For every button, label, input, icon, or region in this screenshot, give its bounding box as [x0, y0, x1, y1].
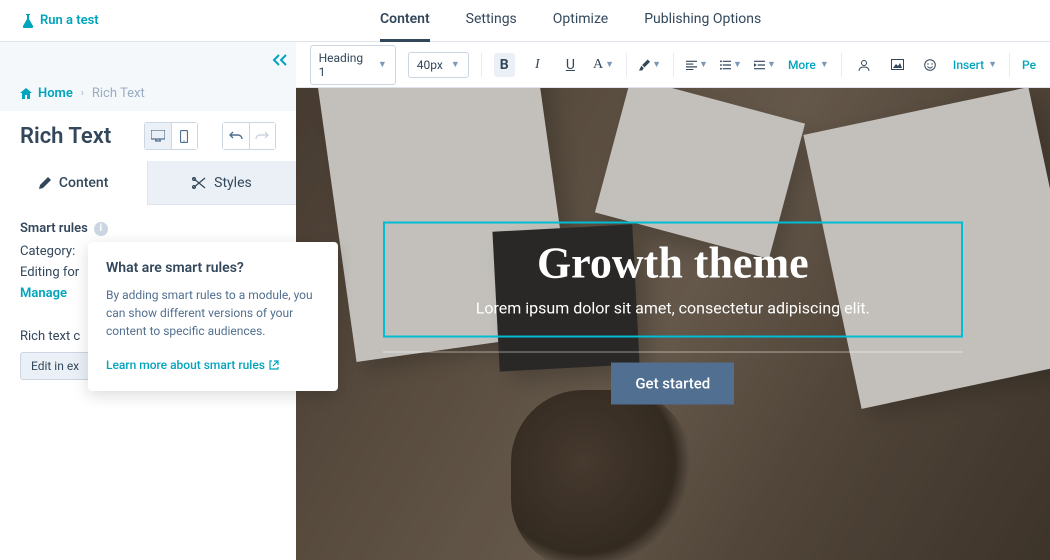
chevron-down-icon: ▼ — [733, 59, 742, 70]
separator — [1009, 53, 1010, 77]
list-button[interactable]: ▼ — [720, 53, 742, 77]
chevron-right-icon: › — [81, 88, 84, 99]
breadcrumb: Home › Rich Text — [0, 42, 296, 111]
indent-button[interactable]: ▼ — [754, 53, 776, 77]
redo-button[interactable] — [249, 123, 275, 149]
main-tabs: Content Settings Optimize Publishing Opt… — [380, 0, 761, 42]
font-size-select[interactable]: 40px▼ — [408, 52, 469, 78]
sidebar-tab-styles-label: Styles — [214, 175, 252, 191]
bold-button[interactable]: B — [494, 53, 515, 77]
scissors-icon — [192, 177, 206, 189]
popover-title: What are smart rules? — [106, 260, 320, 276]
clear-format-button[interactable]: ▼ — [639, 53, 661, 77]
desktop-icon — [151, 130, 165, 142]
run-test-label: Run a test — [40, 13, 99, 28]
editor-area: Heading 1▼ 40px▼ B I U A▼ ▼ ▼ ▼ — [296, 42, 1050, 560]
tab-settings[interactable]: Settings — [466, 0, 517, 42]
image-icon — [891, 59, 904, 70]
smart-rules-popover: What are smart rules? By adding smart ru… — [88, 242, 338, 391]
text-color-button[interactable]: A▼ — [593, 53, 614, 77]
more-menu[interactable]: More▼ — [788, 58, 829, 72]
sidebar-tab-content-label: Content — [59, 175, 109, 191]
device-toggle — [144, 122, 198, 150]
separator — [673, 53, 674, 77]
underline-button[interactable]: U — [560, 53, 581, 77]
chevron-down-icon: ▼ — [451, 59, 460, 70]
chevron-down-icon: ▼ — [652, 59, 661, 70]
chevron-down-icon: ▼ — [378, 59, 387, 70]
tab-optimize[interactable]: Optimize — [553, 0, 608, 42]
popover-learn-more-link[interactable]: Learn more about smart rules — [106, 358, 279, 372]
panel-header: Rich Text — [0, 111, 296, 161]
personalize-button[interactable] — [854, 53, 875, 77]
image-button[interactable] — [887, 53, 908, 77]
selected-module-outline[interactable]: Growth theme Lorem ipsum dolor sit amet,… — [383, 222, 963, 338]
history-controls — [222, 122, 276, 150]
italic-button[interactable]: I — [527, 53, 548, 77]
cta-button[interactable]: Get started — [611, 363, 734, 405]
hero-title: Growth theme — [395, 238, 951, 289]
person-icon — [858, 59, 870, 71]
flask-icon — [22, 14, 34, 28]
breadcrumb-current: Rich Text — [92, 86, 145, 101]
emoji-button[interactable] — [920, 53, 941, 77]
edit-in-expanded-button[interactable]: Edit in ex — [20, 352, 90, 380]
undo-icon — [229, 131, 243, 141]
sidebar-tab-content[interactable]: Content — [0, 161, 147, 205]
run-test-link[interactable]: Run a test — [0, 13, 380, 28]
info-icon[interactable]: i — [94, 222, 108, 236]
smart-rules-label: Smart rules i — [20, 221, 276, 236]
collapse-icon — [272, 54, 288, 66]
undo-button[interactable] — [223, 123, 249, 149]
home-icon — [20, 88, 32, 99]
external-link-icon — [269, 360, 279, 370]
indent-icon — [754, 60, 765, 70]
chevron-down-icon: ▼ — [767, 59, 776, 70]
paragraph-style-select[interactable]: Heading 1▼ — [310, 45, 396, 85]
sidebar-tabs: Content Styles — [0, 161, 296, 205]
breadcrumb-home-label: Home — [38, 86, 73, 101]
tab-content[interactable]: Content — [380, 0, 430, 42]
sidebar-tab-styles[interactable]: Styles — [147, 161, 295, 205]
hero-content: Growth theme Lorem ipsum dolor sit amet,… — [383, 222, 963, 405]
emoji-icon — [924, 59, 936, 71]
redo-icon — [255, 131, 269, 141]
personalization-cut[interactable]: Pe — [1022, 58, 1036, 72]
hero-subtitle: Lorem ipsum dolor sit amet, consectetur … — [395, 299, 951, 318]
chevron-down-icon: ▼ — [699, 59, 708, 70]
separator — [841, 53, 842, 77]
chevron-down-icon: ▼ — [988, 59, 997, 70]
separator — [626, 53, 627, 77]
mobile-view-button[interactable] — [171, 123, 197, 149]
divider — [383, 352, 963, 353]
chevron-down-icon: ▼ — [820, 59, 829, 70]
canvas-preview[interactable]: Growth theme Lorem ipsum dolor sit amet,… — [296, 88, 1050, 560]
chevron-down-icon: ▼ — [605, 59, 614, 70]
tab-publishing[interactable]: Publishing Options — [644, 0, 761, 42]
collapse-sidebar-button[interactable] — [272, 50, 288, 71]
brush-icon — [639, 58, 650, 72]
rich-text-toolbar: Heading 1▼ 40px▼ B I U A▼ ▼ ▼ ▼ — [296, 42, 1050, 88]
list-icon — [720, 60, 731, 70]
align-icon — [686, 60, 697, 70]
insert-menu[interactable]: Insert▼ — [953, 58, 997, 72]
panel-title: Rich Text — [20, 124, 111, 149]
desktop-view-button[interactable] — [145, 123, 171, 149]
top-bar: Run a test Content Settings Optimize Pub… — [0, 0, 1050, 42]
align-button[interactable]: ▼ — [686, 53, 708, 77]
separator — [481, 53, 482, 77]
pencil-icon — [39, 177, 51, 189]
popover-body: By adding smart rules to a module, you c… — [106, 286, 320, 340]
mobile-icon — [180, 130, 188, 143]
breadcrumb-home[interactable]: Home — [20, 86, 73, 101]
